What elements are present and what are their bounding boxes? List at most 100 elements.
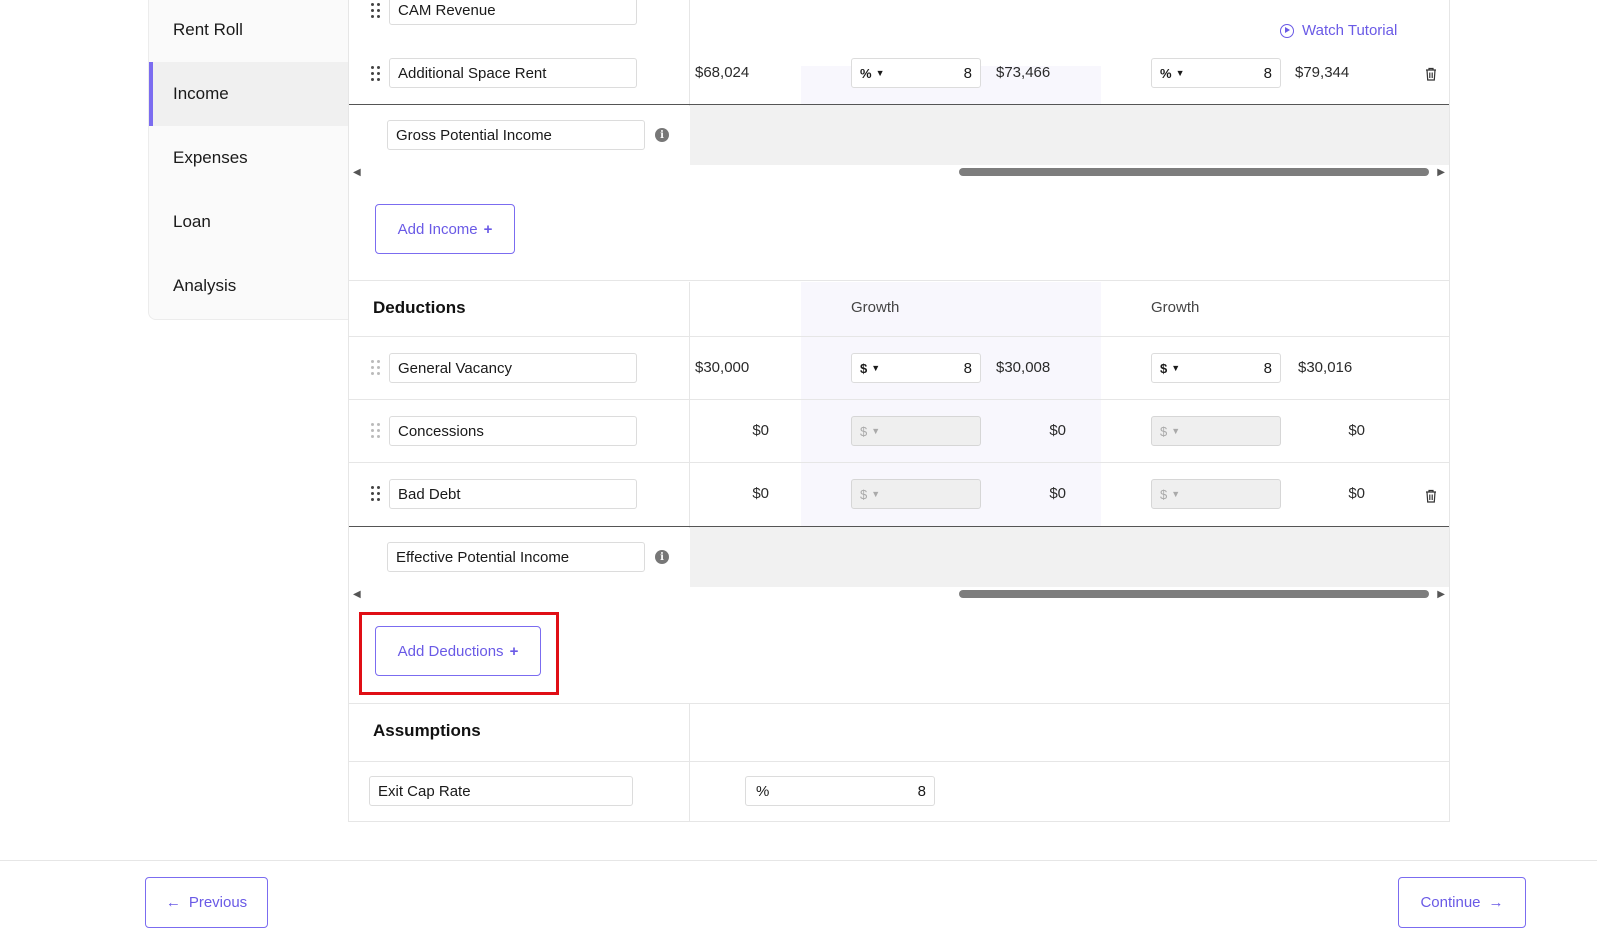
add-income-button[interactable]: Add Income + [375, 204, 515, 254]
sidebar-item-label: Expenses [173, 148, 248, 167]
previous-button[interactable]: ← Previous [145, 877, 268, 928]
caret-down-icon: ▼ [875, 68, 885, 78]
year1-value: $30,000 [695, 359, 750, 376]
arrow-right-icon: → [1488, 894, 1504, 911]
year3-value: $0 [1348, 485, 1365, 502]
scroll-thumb[interactable] [959, 590, 1429, 598]
sidebar-item-income[interactable]: Income [149, 62, 349, 126]
unit-label: $ [1160, 486, 1168, 502]
sidebar-item-label: Income [173, 84, 229, 103]
unit-dropdown[interactable]: $ ▼ [860, 361, 880, 376]
sidebar: Rent Roll Income Expenses Loan Analysis [148, 0, 349, 320]
unit-label: % [860, 65, 872, 81]
growth-input: $ ▼ [851, 416, 981, 446]
drag-handle-icon[interactable] [371, 486, 381, 502]
unit-dropdown[interactable]: $ ▼ [1160, 361, 1180, 376]
assumptions-title: Assumptions [373, 721, 481, 740]
sidebar-item-expenses[interactable]: Expenses [149, 126, 349, 190]
growth-value: 8 [963, 64, 972, 82]
unit-label: $ [1160, 360, 1168, 376]
sidebar-item-analysis[interactable]: Analysis [149, 254, 349, 318]
unit-dropdown: $ ▼ [860, 424, 880, 439]
assumption-value: 8 [917, 782, 926, 800]
scroll-right-icon[interactable]: ▶ [1437, 589, 1445, 600]
unit-dropdown[interactable]: % ▼ [1160, 66, 1184, 81]
row-divider [349, 399, 1449, 400]
add-income-label: Add Income [397, 220, 478, 238]
income-name-field[interactable]: CAM Revenue [389, 0, 637, 25]
horizontal-scrollbar[interactable]: ◀ ▶ [349, 587, 1449, 601]
row-divider [349, 703, 1449, 704]
gross-potential-income-label: Gross Potential Income [387, 120, 645, 150]
info-icon[interactable]: i [655, 128, 669, 142]
scroll-left-icon[interactable]: ◀ [353, 589, 361, 600]
growth-value: 8 [1263, 359, 1272, 377]
totals-area [690, 527, 1449, 587]
unit-dropdown: $ ▼ [1160, 424, 1180, 439]
effective-potential-income-label: Effective Potential Income [387, 542, 645, 572]
trash-icon[interactable] [1425, 489, 1437, 503]
year1-value: $68,024 [695, 64, 750, 81]
column-divider [689, 0, 690, 42]
drag-handle-icon[interactable] [371, 66, 381, 82]
plus-icon: + [483, 220, 493, 238]
unit-label: % [756, 782, 770, 800]
growth-input[interactable]: % ▼ 8 [1151, 58, 1281, 88]
info-icon[interactable]: i [655, 550, 669, 564]
exit-cap-rate-input[interactable]: % 8 [745, 776, 935, 806]
row-divider [349, 336, 1449, 337]
row-divider [349, 761, 1449, 762]
previous-label: Previous [188, 894, 248, 911]
year2-value: $0 [1049, 422, 1066, 439]
deduction-name-field[interactable]: General Vacancy [389, 353, 637, 383]
drag-handle-icon[interactable] [371, 360, 381, 376]
unit-dropdown: $ ▼ [1160, 487, 1180, 502]
caret-down-icon: ▼ [1175, 68, 1185, 78]
growth-value: 8 [963, 359, 972, 377]
caret-down-icon: ▼ [1171, 489, 1181, 499]
deduction-name-field[interactable]: Bad Debt [389, 479, 637, 509]
sidebar-item-label: Rent Roll [173, 20, 243, 39]
caret-down-icon: ▼ [871, 489, 881, 499]
growth-input[interactable]: $ ▼ 8 [851, 353, 981, 383]
arrow-left-icon: ← [165, 894, 181, 911]
deduction-name-field[interactable]: Concessions [389, 416, 637, 446]
unit-label: $ [860, 360, 868, 376]
growth-input: $ ▼ [851, 479, 981, 509]
unit-label: % [1160, 65, 1172, 81]
sidebar-item-rent-roll[interactable]: Rent Roll [149, 0, 349, 62]
unit-label: $ [860, 423, 868, 439]
income-name-field[interactable]: Additional Space Rent [389, 58, 637, 88]
trash-icon[interactable] [1425, 67, 1437, 81]
growth-input: $ ▼ [1151, 479, 1281, 509]
sidebar-item-loan[interactable]: Loan [149, 190, 349, 254]
drag-handle-icon[interactable] [371, 423, 381, 439]
footer-divider [0, 860, 1597, 861]
horizontal-scrollbar[interactable]: ◀ ▶ [349, 165, 1449, 179]
continue-button[interactable]: Continue → [1398, 877, 1526, 928]
row-divider [349, 280, 1449, 281]
scroll-left-icon[interactable]: ◀ [353, 167, 361, 178]
year1-value: $0 [752, 422, 769, 439]
caret-down-icon: ▼ [871, 363, 881, 373]
sidebar-item-label: Loan [173, 212, 211, 231]
column-divider [689, 282, 690, 528]
growth-value: 8 [1263, 64, 1272, 82]
year3-value: $0 [1348, 422, 1365, 439]
drag-handle-icon[interactable] [371, 3, 381, 19]
assumption-name-field[interactable]: Exit Cap Rate [369, 776, 633, 806]
growth-input: $ ▼ [1151, 416, 1281, 446]
scroll-thumb[interactable] [959, 168, 1429, 176]
scroll-right-icon[interactable]: ▶ [1437, 167, 1445, 178]
growth-input[interactable]: % ▼ 8 [851, 58, 981, 88]
caret-down-icon: ▼ [1171, 363, 1181, 373]
unit-dropdown[interactable]: % ▼ [860, 66, 884, 81]
caret-down-icon: ▼ [1171, 426, 1181, 436]
sidebar-item-label: Analysis [173, 276, 237, 295]
continue-label: Continue [1420, 894, 1481, 911]
year3-value: $79,344 [1295, 64, 1350, 81]
unit-label: $ [860, 486, 868, 502]
growth-input[interactable]: $ ▼ 8 [1151, 353, 1281, 383]
income-panel: CAM Revenue Additional Space Rent $68,02… [348, 0, 1450, 822]
year2-value: $30,008 [996, 359, 1051, 376]
